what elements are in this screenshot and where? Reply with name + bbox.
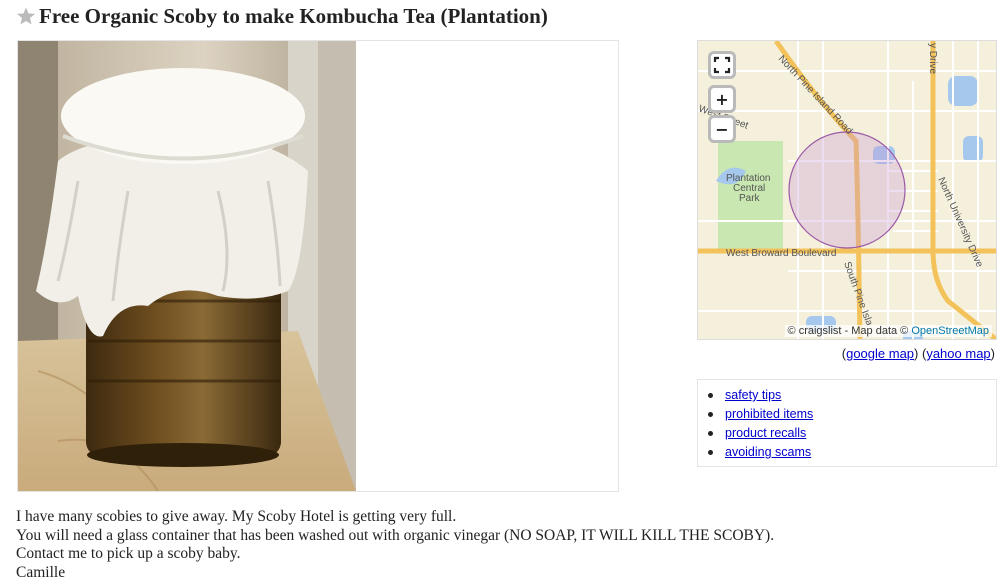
zoom-out-button[interactable]: −: [708, 115, 736, 143]
list-item: product recalls: [708, 424, 996, 443]
safety-links-box: safety tips prohibited items product rec…: [697, 379, 997, 467]
list-item: avoiding scams: [708, 443, 996, 462]
bullet: [708, 412, 713, 417]
minus-icon: −: [715, 119, 729, 139]
map-attribution: © craigslist - Map data © OpenStreetMap: [784, 325, 992, 337]
posting-photo[interactable]: [18, 41, 356, 491]
star-icon[interactable]: [16, 6, 36, 26]
yahoo-map-link[interactable]: yahoo map: [926, 346, 990, 361]
plus-icon: +: [715, 89, 729, 109]
zoom-in-button[interactable]: +: [708, 85, 736, 113]
body-line: Contact me to pick up a scoby baby.: [16, 545, 241, 562]
paren-close: ): [990, 346, 995, 361]
map-label-drive-top: y Drive: [927, 43, 938, 75]
list-item: safety tips: [708, 386, 996, 405]
fullscreen-button[interactable]: [708, 51, 736, 79]
bullet: [708, 431, 713, 436]
prohibited-items-link[interactable]: prohibited items: [725, 405, 813, 424]
location-map[interactable]: North Pine Island Road West Street Plant…: [697, 40, 997, 340]
avoiding-scams-link[interactable]: avoiding scams: [725, 443, 811, 462]
fullscreen-icon: [713, 56, 731, 74]
safety-tips-link[interactable]: safety tips: [725, 386, 781, 405]
bullet: [708, 450, 713, 455]
attribution-text: © craigslist - Map data ©: [787, 325, 909, 337]
product-recalls-link[interactable]: product recalls: [725, 424, 806, 443]
paren-middle: ) (: [914, 346, 927, 361]
map-label-park-3: Park: [739, 193, 761, 204]
body-line: You will need a glass container that has…: [16, 526, 775, 544]
map-links: (google map) (yahoo map): [842, 346, 995, 361]
posting-title-row: Free Organic Scoby to make Kombucha Tea …: [16, 3, 548, 29]
google-map-link[interactable]: google map: [846, 346, 914, 361]
posting-title: Free Organic Scoby to make Kombucha Tea …: [39, 3, 548, 28]
bullet: [708, 393, 713, 398]
body-line: I have many scobies to give away. My Sco…: [16, 508, 457, 525]
posting-body: I have many scobies to give away. My Sco…: [16, 508, 774, 582]
map-label-west-broward: West Broward Boulevard: [726, 248, 836, 259]
image-gallery: [17, 40, 619, 492]
body-line: Camille: [16, 563, 66, 581]
list-item: prohibited items: [708, 405, 996, 424]
openstreetmap-link[interactable]: OpenStreetMap: [911, 325, 989, 337]
